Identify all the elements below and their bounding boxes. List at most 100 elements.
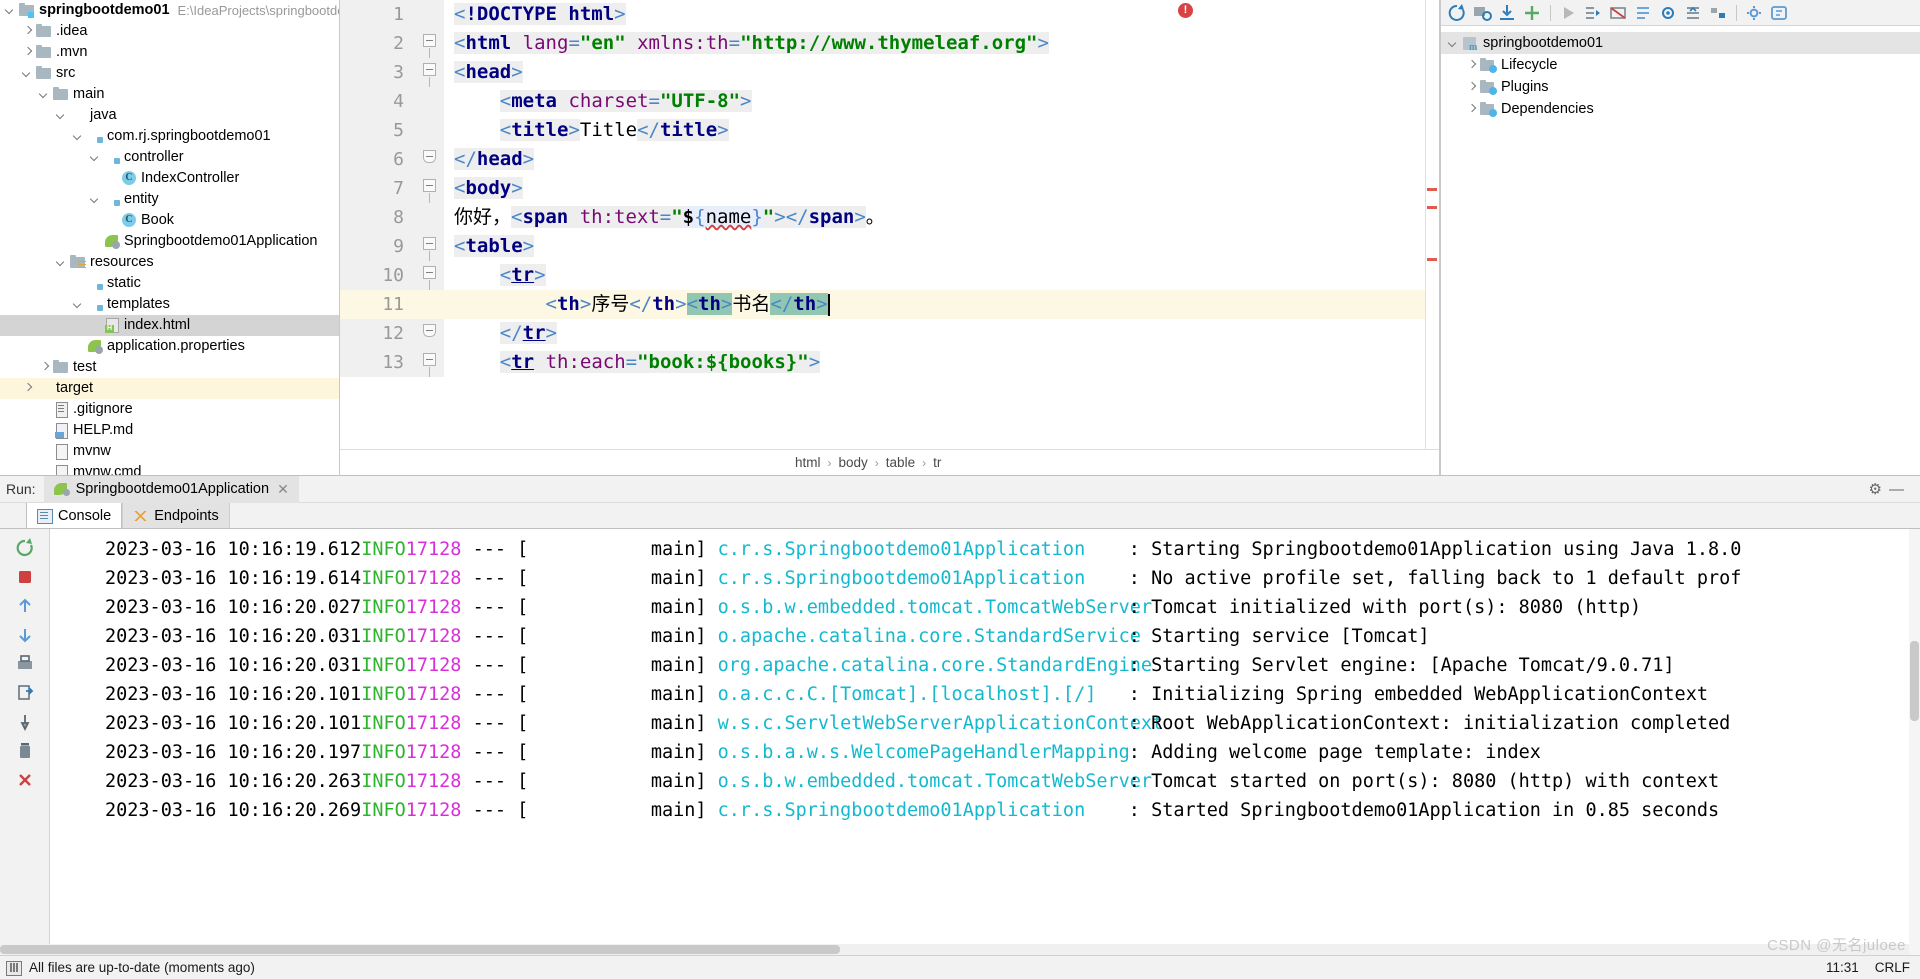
code-text[interactable]: </tr>: [444, 319, 557, 348]
log-line[interactable]: 2023-03-16 10:16:20.031 INFO 17128 --- […: [50, 622, 1920, 651]
chevron-down-icon[interactable]: [72, 130, 85, 143]
status-line-separator[interactable]: CRLF: [1875, 960, 1910, 975]
console-left-toolbar[interactable]: [0, 529, 50, 955]
tree-node-static[interactable]: static: [0, 273, 339, 294]
code-text[interactable]: <head>: [444, 58, 523, 87]
fold-minus-icon[interactable]: [423, 63, 436, 95]
run-config-tab[interactable]: Springbootdemo01Application ✕: [43, 475, 299, 503]
tree-node-help-md[interactable]: HELP.md: [0, 420, 339, 441]
maven-node-lifecycle[interactable]: Lifecycle: [1441, 54, 1920, 76]
console-vscrollbar[interactable]: [1909, 529, 1920, 955]
log-line[interactable]: 2023-03-16 10:16:19.612 INFO 17128 --- […: [50, 535, 1920, 564]
code-text[interactable]: <title>Title</title>: [444, 116, 729, 145]
tree-node-test[interactable]: test: [0, 357, 339, 378]
code-text[interactable]: <tr th:each="book:${books}">: [444, 348, 821, 377]
chevron-right-icon[interactable]: [21, 25, 34, 38]
help-icon[interactable]: [1767, 2, 1791, 24]
tree-node-index-html[interactable]: index.html: [0, 315, 339, 336]
collapse-all-icon[interactable]: [1681, 2, 1705, 24]
code-line[interactable]: 7 <body>: [340, 174, 1439, 211]
chevron-down-icon[interactable]: [55, 109, 68, 122]
refresh-icon[interactable]: [1445, 2, 1469, 24]
fold-column[interactable]: [418, 232, 444, 269]
breadcrumb-item-html[interactable]: html: [795, 455, 821, 470]
tree-node-java[interactable]: java: [0, 105, 339, 126]
tree-node-entity[interactable]: entity: [0, 189, 339, 210]
breadcrumb[interactable]: html › body › table › tr: [340, 449, 1439, 475]
maven-tool-window[interactable]: springbootdemo01 Lifecycle Plugins Dependen…: [1440, 0, 1920, 475]
scrollbar-thumb[interactable]: [1910, 641, 1919, 721]
tree-node-mvn[interactable]: .mvn: [0, 42, 339, 63]
project-tool-window[interactable]: springbootdemo01 E:\IdeaProjects\springbo…: [0, 0, 340, 475]
run-maven-build-icon[interactable]: [1556, 2, 1580, 24]
tree-node-controller[interactable]: controller: [0, 147, 339, 168]
add-icon[interactable]: [1520, 2, 1544, 24]
tree-node-mvnw[interactable]: mvnw: [0, 441, 339, 462]
breadcrumb-item-tr[interactable]: tr: [933, 455, 941, 470]
tab-endpoints[interactable]: Endpoints: [122, 502, 230, 528]
chevron-down-icon[interactable]: [1447, 37, 1460, 50]
tree-node-indexcontroller[interactable]: IndexController: [0, 168, 339, 189]
run-tool-window[interactable]: Run: Springbootdemo01Application ✕ ⚙ — C…: [0, 475, 1920, 955]
close-icon[interactable]: [12, 767, 38, 793]
error-stripe-gutter[interactable]: [1425, 0, 1439, 449]
log-line[interactable]: 2023-03-16 10:16:20.101 INFO 17128 --- […: [50, 709, 1920, 738]
fold-end-icon[interactable]: [423, 324, 436, 337]
stripe-mark-error[interactable]: [1427, 206, 1437, 209]
fold-minus-icon[interactable]: [423, 353, 436, 377]
log-line[interactable]: 2023-03-16 10:16:20.269 INFO 17128 --- […: [50, 796, 1920, 825]
maven-node-plugins[interactable]: Plugins: [1441, 76, 1920, 98]
log-line[interactable]: 2023-03-16 10:16:20.197 INFO 17128 --- […: [50, 738, 1920, 767]
console-output[interactable]: 2023-03-16 10:16:19.612 INFO 17128 --- […: [50, 529, 1920, 955]
fold-column[interactable]: [418, 58, 444, 95]
code-text[interactable]: <!DOCTYPE html>: [444, 0, 626, 29]
fold-minus-icon[interactable]: [423, 237, 436, 269]
stripe-mark-error[interactable]: [1427, 258, 1437, 261]
breadcrumb-item-body[interactable]: body: [839, 455, 868, 470]
fold-column[interactable]: [418, 29, 444, 66]
fold-minus-icon[interactable]: [423, 34, 436, 66]
code-text[interactable]: 你好，<span th:text="${name}"></span>。: [444, 203, 885, 232]
code-area[interactable]: 1 <!DOCTYPE html> 2 <html lang="en" xmln…: [340, 0, 1439, 377]
stripe-mark-error[interactable]: [1427, 188, 1437, 191]
tree-node-gitignore[interactable]: .gitignore: [0, 399, 339, 420]
print-icon[interactable]: [12, 651, 38, 677]
error-badge-icon[interactable]: !: [1178, 3, 1193, 18]
log-line[interactable]: 2023-03-16 10:16:20.101 INFO 17128 --- […: [50, 680, 1920, 709]
tree-node-resources[interactable]: resources: [0, 252, 339, 273]
fold-column[interactable]: [418, 348, 444, 377]
log-line[interactable]: 2023-03-16 10:16:20.031 INFO 17128 --- […: [50, 651, 1920, 680]
breadcrumb-item-table[interactable]: table: [886, 455, 915, 470]
close-icon[interactable]: ✕: [277, 481, 289, 498]
execute-goal-icon[interactable]: [1581, 2, 1605, 24]
fold-column[interactable]: [418, 145, 444, 174]
code-text[interactable]: <th>序号</th><th>书名</th>: [444, 290, 830, 319]
toggle-offline-icon[interactable]: [1606, 2, 1630, 24]
code-line[interactable]: 8 你好，<span th:text="${name}"></span>。: [340, 203, 1439, 232]
chevron-down-icon[interactable]: [4, 4, 17, 17]
code-line[interactable]: 9 <table>: [340, 232, 1439, 269]
fold-column[interactable]: [418, 0, 444, 29]
editor-body[interactable]: 1 <!DOCTYPE html> 2 <html lang="en" xmln…: [340, 0, 1439, 449]
chevron-down-icon[interactable]: [89, 193, 102, 206]
skip-tests-icon[interactable]: [1631, 2, 1655, 24]
code-text[interactable]: </head>: [444, 145, 535, 174]
code-line[interactable]: 6 </head>: [340, 145, 1439, 174]
scroll-up-icon[interactable]: [12, 593, 38, 619]
maven-tree[interactable]: springbootdemo01 Lifecycle Plugins Dependen…: [1441, 26, 1920, 120]
fold-column[interactable]: [418, 290, 444, 319]
profiles-icon[interactable]: [1656, 2, 1680, 24]
download-sources-icon[interactable]: [1495, 2, 1519, 24]
code-text[interactable]: <html lang="en" xmlns:th="http://www.thy…: [444, 29, 1049, 58]
fold-column[interactable]: [418, 319, 444, 348]
pin-icon[interactable]: [12, 709, 38, 735]
fold-column[interactable]: [418, 116, 444, 145]
tree-node-target[interactable]: target: [0, 378, 339, 399]
chevron-right-icon[interactable]: [1465, 59, 1478, 72]
tree-node-src[interactable]: src: [0, 63, 339, 84]
rerun-icon[interactable]: [12, 535, 38, 561]
chevron-right-icon[interactable]: [21, 382, 34, 395]
tree-node-mvnw-cmd[interactable]: mvnw.cmd: [0, 462, 339, 475]
log-line[interactable]: 2023-03-16 10:16:19.614 INFO 17128 --- […: [50, 564, 1920, 593]
chevron-right-icon[interactable]: [38, 361, 51, 374]
